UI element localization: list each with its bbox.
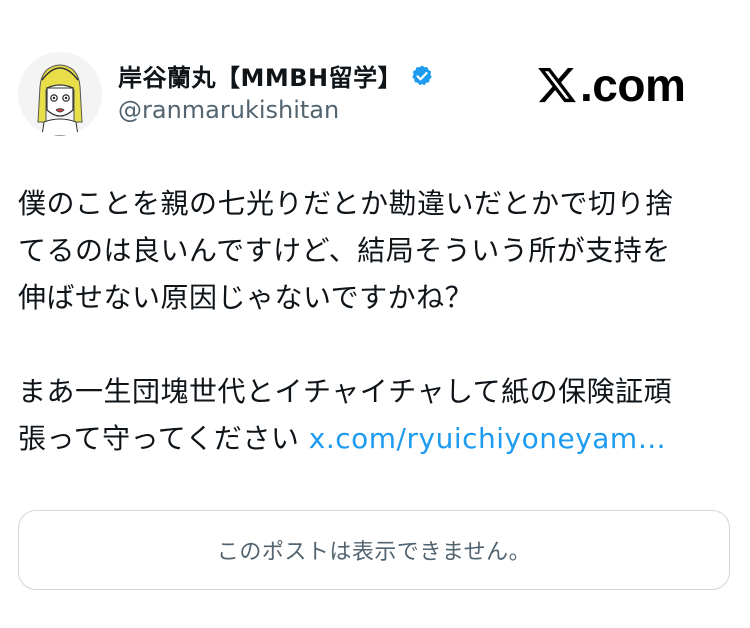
author-name-row: 岸谷蘭丸【MMBH留学】: [118, 58, 434, 93]
author-handle[interactable]: @ranmarukishitan: [118, 96, 339, 124]
x-logo-icon: [538, 67, 576, 103]
x-logo-text: .com: [580, 59, 686, 111]
tweet-text: 僕のことを親の七光りだとか勘違いだとかで切り捨 てるのは良いんですけど、結局そう…: [18, 180, 733, 462]
unavailable-message: このポストは表示できません。: [216, 540, 532, 565]
tweet-link[interactable]: x.com/ryuichiyoneyam…: [309, 422, 666, 455]
tweet-line: 伸ばせない原因じゃないですかね？: [18, 281, 474, 314]
verified-badge-icon: [412, 65, 432, 85]
tweet-line: 張って守ってください: [18, 422, 300, 455]
tweet-line-with-link: 張って守ってください x.com/ryuichiyoneyam…: [18, 415, 733, 462]
author-display-name[interactable]: 岸谷蘭丸【MMBH留学】: [118, 58, 402, 93]
tweet-line: てるのは良いんですけど、結局そういう所が支持を: [18, 234, 671, 267]
tweet-line: 僕のことを親の七光りだとか勘違いだとかで切り捨: [18, 187, 674, 220]
tweet-line: まあ一生団塊世代とイチャイチャして紙の保険証頑: [18, 375, 673, 408]
illustrated-avatar-icon: [18, 52, 102, 136]
avatar[interactable]: [18, 52, 102, 136]
quoted-post-unavailable-card: このポストは表示できません。: [18, 510, 730, 590]
x-com-logo: .com: [536, 58, 686, 112]
